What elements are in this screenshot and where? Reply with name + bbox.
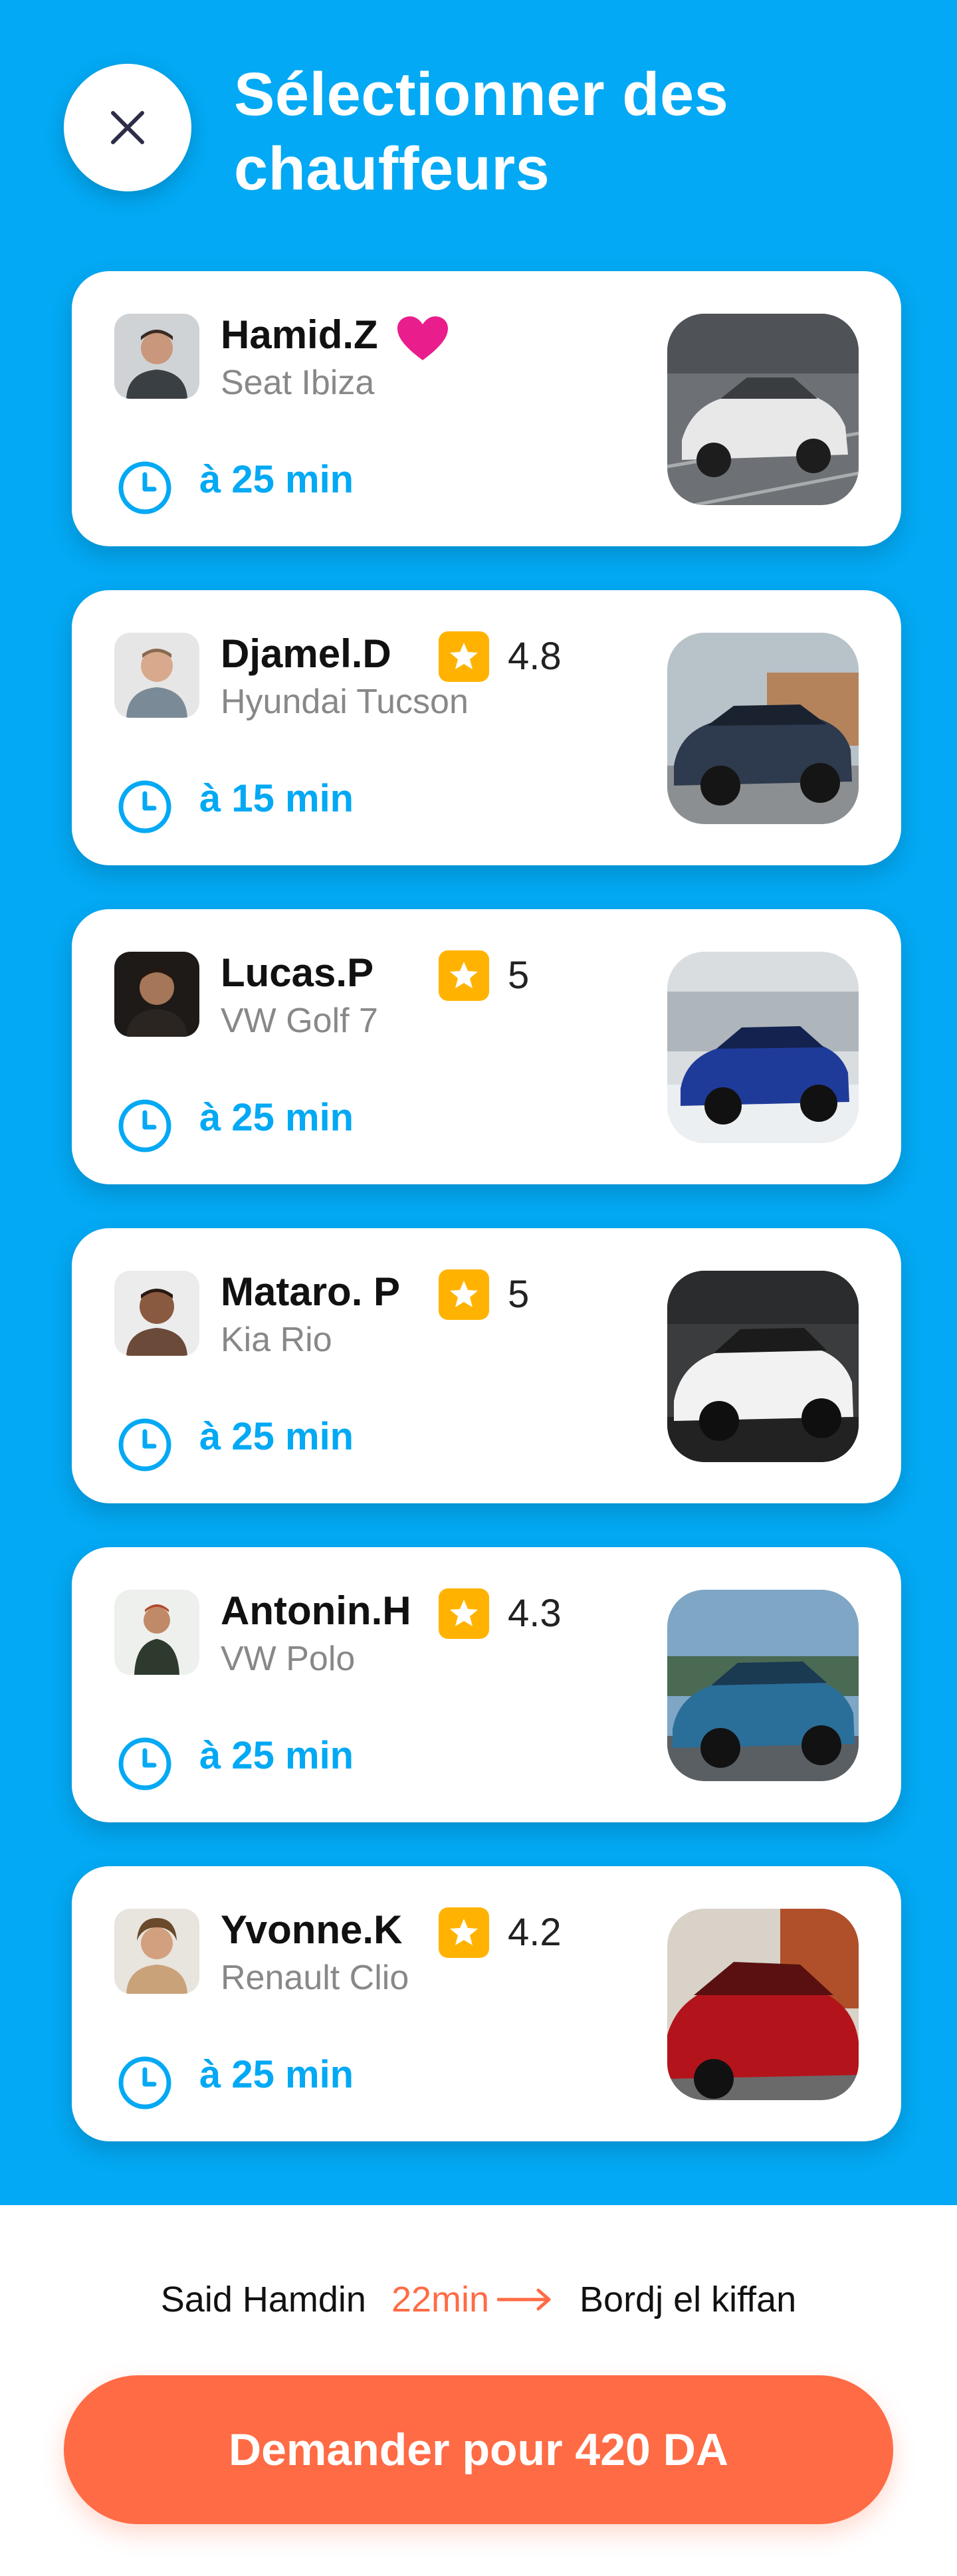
rating-star-badge [439, 950, 489, 1001]
driver-avatar [114, 1271, 199, 1356]
car-photo [667, 1909, 859, 2100]
rating-star-badge [439, 631, 489, 682]
car-model: Hyundai Tucson [221, 683, 469, 721]
clock-icon [118, 2056, 171, 2109]
driver-avatar [114, 1590, 199, 1675]
rating-value: 4.2 [508, 1911, 562, 1954]
page-title: Sélectionner des chauffeurs [234, 60, 729, 203]
star-icon [450, 643, 478, 669]
driver-avatar [114, 1909, 199, 1994]
car-model: Kia Rio [221, 1321, 332, 1359]
driver-avatar [114, 633, 199, 718]
clock-icon [118, 1099, 171, 1152]
driver-card-hamid[interactable]: Hamid.Z Seat Ibiza à 25 min [72, 271, 901, 546]
driver-avatar [114, 952, 199, 1037]
car-photo [667, 633, 859, 824]
favorite-heart-icon[interactable] [396, 315, 449, 363]
driver-name: Djamel.D [221, 631, 391, 676]
eta-label: à 25 min [199, 1096, 354, 1139]
route-origin: Said Hamdin [160, 2280, 366, 2319]
route-summary: Said Hamdin 22min Bordj el kiffan [0, 2266, 957, 2333]
close-icon [111, 111, 144, 144]
driver-card-lucas[interactable]: Lucas.P 5 VW Golf 7 à 25 min [72, 909, 901, 1184]
rating-value: 4.8 [508, 635, 562, 678]
clock-icon [118, 461, 171, 514]
car-photo [667, 1271, 859, 1462]
clock-icon [118, 780, 171, 833]
drivers-panel: Sélectionner des chauffeurs Hamid.Z Seat… [0, 0, 957, 2205]
driver-card-antonin[interactable]: Antonin.H 4.3 VW Polo à 25 min [72, 1547, 901, 1822]
clock-icon [118, 1418, 171, 1471]
rating-value: 4.3 [508, 1592, 562, 1635]
driver-name: Hamid.Z [221, 312, 378, 357]
rating-star-badge [439, 1907, 489, 1958]
driver-card-mataro[interactable]: Mataro. P 5 Kia Rio à 25 min [72, 1228, 901, 1503]
car-photo [667, 314, 859, 505]
route-duration: 22min [391, 2280, 490, 2319]
clock-icon [118, 1737, 171, 1790]
eta-label: à 25 min [199, 458, 354, 501]
car-model: VW Polo [221, 1640, 356, 1678]
request-ride-button[interactable]: Demander pour 420 DA [64, 2375, 893, 2524]
car-model: VW Golf 7 [221, 1002, 378, 1040]
close-button[interactable] [64, 64, 191, 191]
rating-star-badge [439, 1588, 489, 1639]
eta-label: à 25 min [199, 2053, 354, 2096]
eta-label: à 15 min [199, 777, 354, 820]
rating-value: 5 [508, 954, 530, 997]
car-model: Renault Clio [221, 1959, 409, 1997]
car-model: Seat Ibiza [221, 364, 375, 402]
driver-name: Mataro. P [221, 1269, 401, 1314]
driver-avatar [114, 314, 199, 399]
eta-label: à 25 min [199, 1734, 354, 1777]
driver-card-yvonne[interactable]: Yvonne.K 4.2 Renault Clio à 25 min [72, 1866, 901, 2141]
driver-name: Lucas.P [221, 950, 374, 995]
star-icon [450, 1281, 478, 1307]
driver-name: Antonin.H [221, 1588, 411, 1633]
driver-name: Yvonne.K [221, 1907, 403, 1952]
driver-card-djamel[interactable]: Djamel.D 4.8 Hyundai Tucson à 15 min [72, 590, 901, 865]
rating-value: 5 [508, 1273, 530, 1316]
rating-star-badge [439, 1269, 489, 1320]
star-icon [450, 1600, 478, 1626]
eta-label: à 25 min [199, 1415, 354, 1458]
route-destination: Bordj el kiffan [580, 2280, 797, 2319]
car-photo [667, 952, 859, 1143]
arrow-right-icon [497, 2286, 553, 2313]
car-photo [667, 1590, 859, 1781]
star-icon [450, 1919, 478, 1945]
star-icon [450, 962, 478, 988]
